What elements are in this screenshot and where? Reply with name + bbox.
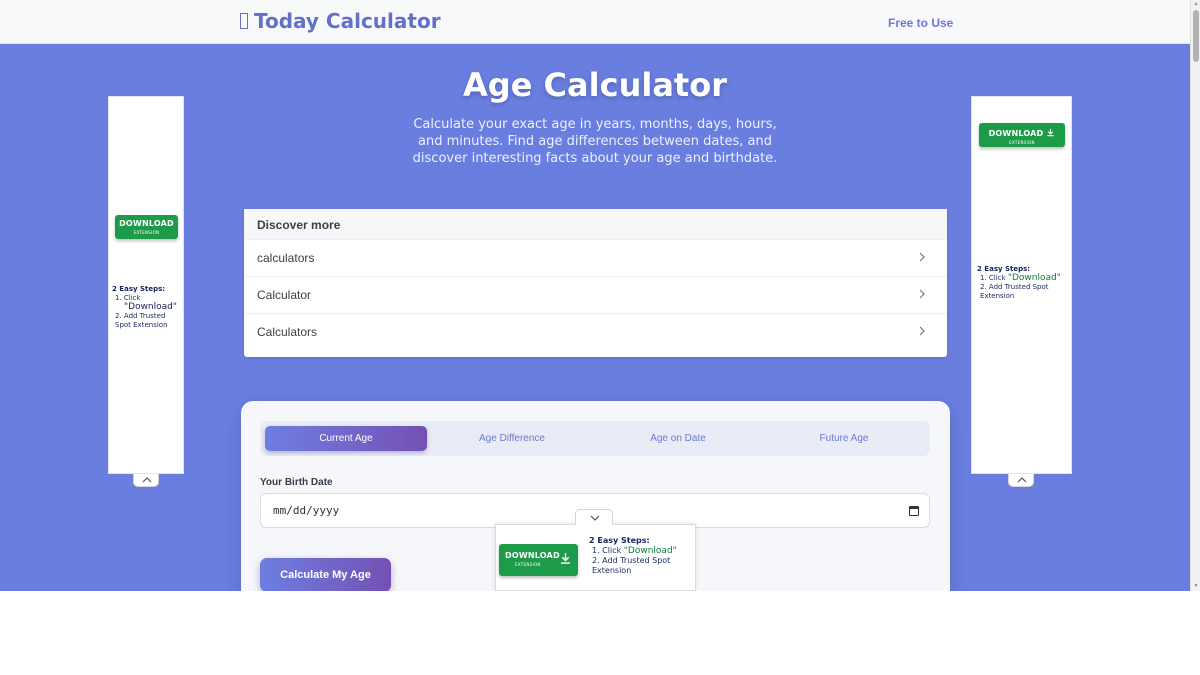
scroll-thumb[interactable] — [1193, 10, 1199, 62]
discover-item-calculators-lower[interactable]: calculators — [244, 240, 947, 277]
page-scrollbar[interactable]: ▲ ▼ — [1190, 0, 1200, 591]
step-one-prefix: 1. Click — [592, 546, 624, 555]
right-ad-steps: 2 Easy Steps: 1. Click "Download" 2. Add… — [977, 265, 1069, 301]
bottom-ad-download-button[interactable]: DOWNLOAD EXTENSION — [499, 544, 578, 576]
step-one-quote: "Download" — [623, 546, 677, 556]
bottom-ad-steps: 2 Easy Steps: 1. Click "Download" 2. Add… — [589, 536, 695, 576]
download-icon — [560, 553, 571, 564]
steps-heading: 2 Easy Steps: — [112, 285, 166, 293]
download-label: DOWNLOAD — [119, 219, 174, 228]
right-ad-download-button[interactable]: DOWNLOAD EXTENSION — [979, 123, 1065, 147]
left-side-ad: DOWNLOAD EXTENSION 2 Easy Steps: 1. Clic… — [108, 96, 184, 474]
discover-item-calculator[interactable]: Calculator — [244, 277, 947, 314]
right-side-ad: DOWNLOAD EXTENSION 2 Easy Steps: 1. Clic… — [971, 96, 1072, 474]
logo-glyph-icon — [240, 13, 248, 29]
right-ad-collapse-toggle[interactable] — [1008, 474, 1034, 487]
top-navbar: Today Calculator Free to Use — [0, 0, 1190, 44]
blank-area — [0, 591, 1200, 675]
chevron-right-icon — [919, 289, 925, 299]
calculator-tabs: Current Age Age Difference Age on Date F… — [260, 421, 930, 456]
left-ad-download-button[interactable]: DOWNLOAD EXTENSION — [115, 215, 178, 239]
discover-item-calculators[interactable]: Calculators — [244, 314, 947, 351]
left-ad-steps: 2 Easy Steps: 1. Click "Download" 2. Add… — [112, 285, 184, 330]
step-one: 1. Click "Download" — [977, 274, 1069, 283]
chevron-down-icon — [590, 515, 600, 521]
site-logo[interactable]: Today Calculator — [240, 9, 441, 33]
page: Today Calculator Free to Use Age Calcula… — [0, 0, 1200, 675]
extension-label: EXTENSION — [133, 230, 160, 235]
chevron-right-icon — [919, 252, 925, 262]
step-one-quote: "Download" — [1007, 273, 1061, 283]
step-two: 2. Add Trusted Spot Extension — [980, 283, 1049, 300]
free-to-use-link[interactable]: Free to Use — [888, 16, 953, 30]
birth-date-label: Your Birth Date — [260, 477, 333, 488]
bottom-ad: DOWNLOAD EXTENSION 2 Easy Steps: 1. Clic… — [495, 524, 696, 591]
discover-item-label: Calculator — [257, 288, 312, 302]
step-one: 1. Click "Download" — [589, 546, 695, 556]
tab-age-difference[interactable]: Age Difference — [431, 426, 593, 451]
chevron-right-icon — [919, 326, 925, 336]
chevron-up-icon — [142, 477, 152, 483]
step-two: 2. Add Trusted Spot Extension — [115, 312, 168, 329]
tab-age-on-date[interactable]: Age on Date — [597, 426, 759, 451]
discover-more-panel: Discover more calculators Calculator Cal… — [244, 209, 947, 357]
extension-label: EXTENSION — [1009, 140, 1035, 145]
download-label: DOWNLOAD — [979, 128, 1065, 138]
download-icon — [1047, 128, 1055, 137]
discover-item-label: calculators — [257, 251, 315, 265]
chevron-up-icon — [1017, 477, 1027, 483]
logo-text: Today Calculator — [254, 9, 441, 33]
step-one: 1. Click "Download" — [112, 294, 184, 312]
discover-more-heading: Discover more — [244, 209, 947, 240]
tab-current-age[interactable]: Current Age — [265, 426, 427, 451]
calendar-icon[interactable] — [909, 506, 919, 516]
step-one-quote: "Download" — [124, 302, 178, 312]
page-subtitle: Calculate your exact age in years, month… — [412, 117, 778, 166]
scroll-down-arrow-icon[interactable]: ▼ — [1193, 583, 1199, 589]
scroll-up-arrow-icon[interactable]: ▲ — [1193, 1, 1199, 7]
calculate-my-age-button[interactable]: Calculate My Age — [260, 558, 391, 591]
steps-heading: 2 Easy Steps: — [589, 536, 650, 545]
step-one-prefix: 1. Click — [115, 294, 141, 302]
discover-item-label: Calculators — [257, 325, 318, 339]
birth-date-placeholder: mm/dd/yyyy — [273, 504, 340, 517]
left-ad-collapse-toggle[interactable] — [133, 474, 159, 487]
step-two: 2. Add Trusted Spot Extension — [592, 556, 671, 575]
step-one-prefix: 1. Click — [980, 274, 1008, 282]
tab-future-age[interactable]: Future Age — [763, 426, 925, 451]
bottom-ad-collapse-toggle[interactable] — [575, 509, 613, 525]
